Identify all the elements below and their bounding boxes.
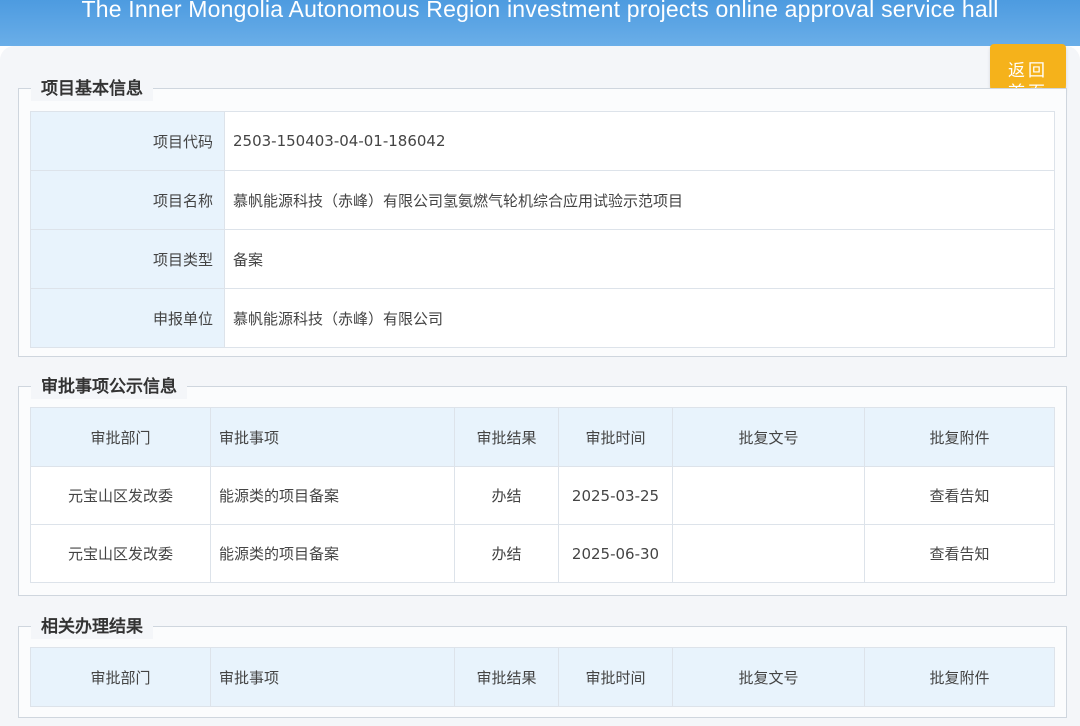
col-header-dept: 审批部门 [30,407,211,467]
col-header-item: 审批事项 [210,647,455,707]
col-header-doc-no: 批复文号 [672,407,865,467]
col-header-item: 审批事项 [210,407,455,467]
project-code-label: 项目代码 [30,111,225,171]
col-header-result: 审批结果 [454,647,559,707]
header-banner: The Inner Mongolia Autonomous Region inv… [0,0,1080,46]
basic-info-table: 项目代码 2503-150403-04-01-186042 项目名称 慕帆能源科… [30,111,1055,348]
cell-dept: 元宝山区发改委 [30,524,211,583]
related-results-table: 审批部门 审批事项 审批结果 审批时间 批复文号 批复附件 [30,647,1055,707]
col-header-doc-no: 批复文号 [672,647,865,707]
table-row: 元宝山区发改委 能源类的项目备案 办结 2025-03-25 查看告知 [30,466,1055,525]
project-code-value: 2503-150403-04-01-186042 [224,111,1055,171]
info-row-project-type: 项目类型 备案 [30,229,1055,289]
cell-item: 能源类的项目备案 [210,524,455,583]
site-title: The Inner Mongolia Autonomous Region inv… [81,0,999,22]
project-name-label: 项目名称 [30,170,225,230]
col-header-attachment: 批复附件 [864,647,1055,707]
col-header-attachment: 批复附件 [864,407,1055,467]
applicant-label: 申报单位 [30,288,225,348]
cell-result: 办结 [454,466,559,525]
col-header-dept: 审批部门 [30,647,211,707]
table-header-row: 审批部门 审批事项 审批结果 审批时间 批复文号 批复附件 [30,407,1055,467]
col-header-time: 审批时间 [558,407,673,467]
view-notice-link[interactable]: 查看告知 [864,466,1055,525]
approval-info-table: 审批部门 审批事项 审批结果 审批时间 批复文号 批复附件 元宝山区发改委 能源… [30,407,1055,583]
cell-dept: 元宝山区发改委 [30,466,211,525]
related-results-legend: 相关办理结果 [31,615,153,639]
cell-doc-no [672,466,865,525]
basic-info-section: 项目基本信息 项目代码 2503-150403-04-01-186042 项目名… [18,77,1067,357]
return-home-label-line1: 返回 [1008,61,1048,81]
cell-result: 办结 [454,524,559,583]
info-row-project-code: 项目代码 2503-150403-04-01-186042 [30,111,1055,171]
approval-info-section: 审批事项公示信息 审批部门 审批事项 审批结果 审批时间 批复文号 批复附件 元… [18,375,1067,596]
info-row-applicant: 申报单位 慕帆能源科技（赤峰）有限公司 [30,288,1055,348]
table-header-row: 审批部门 审批事项 审批结果 审批时间 批复文号 批复附件 [30,647,1055,707]
col-header-time: 审批时间 [558,647,673,707]
cell-item: 能源类的项目备案 [210,466,455,525]
table-row: 元宝山区发改委 能源类的项目备案 办结 2025-06-30 查看告知 [30,524,1055,583]
col-header-result: 审批结果 [454,407,559,467]
related-results-section: 相关办理结果 审批部门 审批事项 审批结果 审批时间 批复文号 批复附件 [18,615,1067,718]
approval-info-legend: 审批事项公示信息 [31,375,187,399]
project-type-value: 备案 [224,229,1055,289]
applicant-value: 慕帆能源科技（赤峰）有限公司 [224,288,1055,348]
cell-time: 2025-06-30 [558,524,673,583]
project-name-value: 慕帆能源科技（赤峰）有限公司氢氨燃气轮机综合应用试验示范项目 [224,170,1055,230]
info-row-project-name: 项目名称 慕帆能源科技（赤峰）有限公司氢氨燃气轮机综合应用试验示范项目 [30,170,1055,230]
cell-doc-no [672,524,865,583]
project-type-label: 项目类型 [30,229,225,289]
view-notice-link[interactable]: 查看告知 [864,524,1055,583]
basic-info-legend: 项目基本信息 [31,77,153,101]
cell-time: 2025-03-25 [558,466,673,525]
